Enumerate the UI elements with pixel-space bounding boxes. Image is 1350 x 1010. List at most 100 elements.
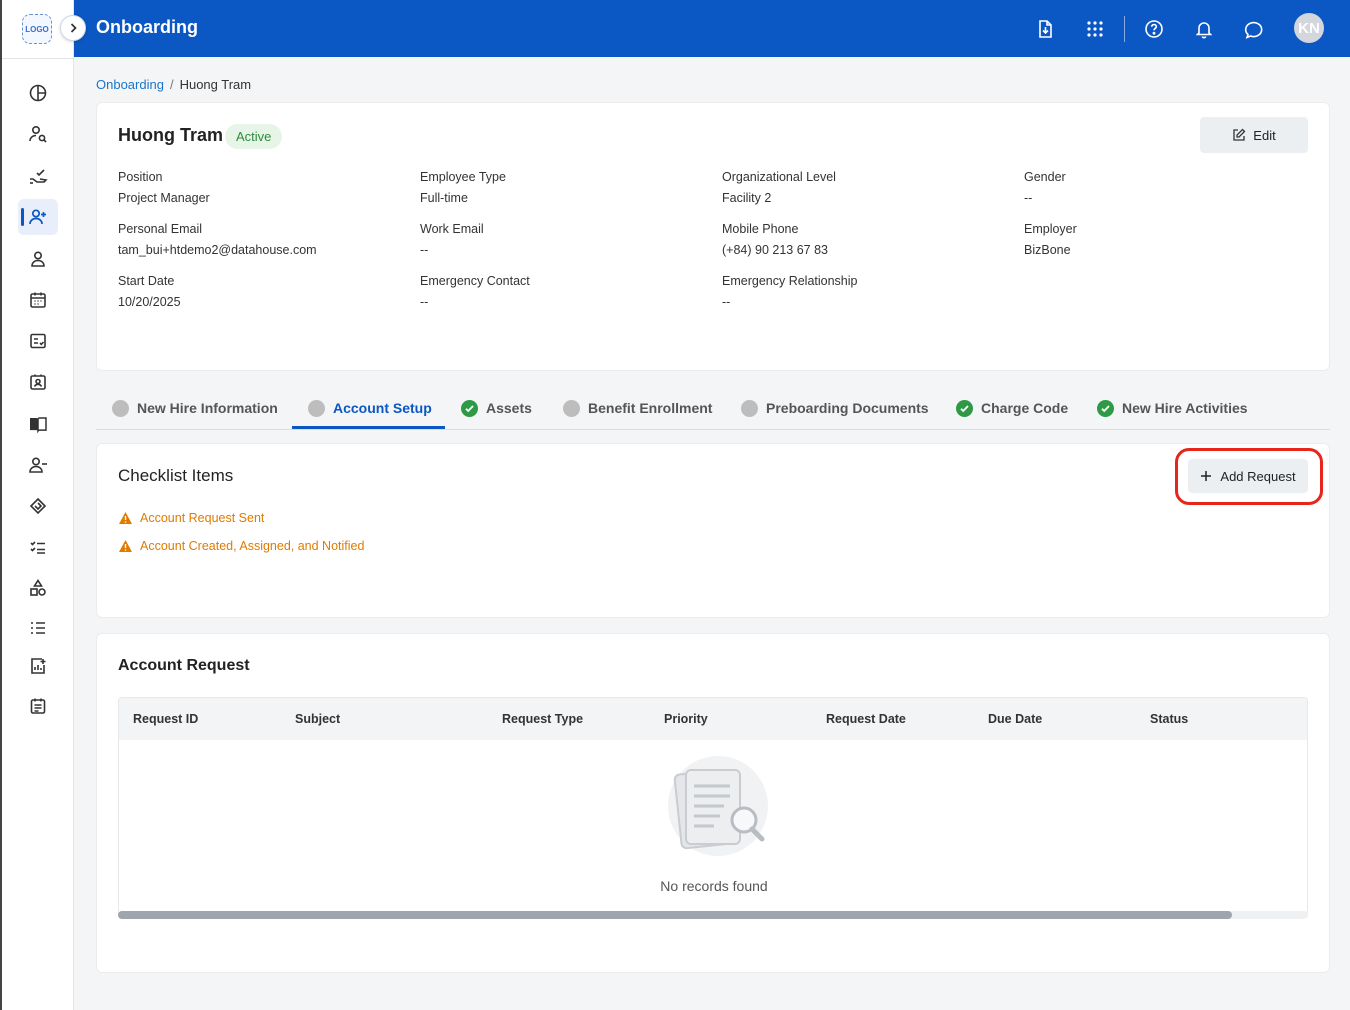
field-start-date: Start Date 10/20/2025 — [118, 274, 181, 309]
column-header-request-date[interactable]: Request Date — [826, 712, 906, 726]
sidebar-item-onboarding[interactable] — [18, 199, 58, 235]
tab-assets[interactable]: Assets — [461, 388, 532, 428]
field-label: Emergency Contact — [420, 274, 530, 288]
download-button[interactable] — [1032, 16, 1058, 42]
dashboard-icon — [29, 84, 47, 102]
sidebar-item-schedule[interactable] — [18, 688, 58, 724]
sidebar-divider — [2, 58, 74, 59]
add-request-label: Add Request — [1220, 468, 1296, 484]
numbered-list-icon — [31, 622, 45, 634]
field-value: Project Manager — [118, 191, 210, 205]
onboarding-tabs: New Hire Information Account Setup Asset… — [96, 388, 1330, 430]
chevron-right-icon — [70, 23, 77, 33]
sidebar-item-id-card[interactable] — [18, 364, 58, 400]
sidebar-item-numbered-list[interactable] — [18, 610, 58, 646]
column-header-subject[interactable]: Subject — [295, 712, 340, 726]
sidebar-collapse-button[interactable] — [60, 15, 86, 41]
help-button[interactable] — [1141, 16, 1167, 42]
column-header-due-date[interactable]: Due Date — [988, 712, 1042, 726]
help-icon — [1145, 20, 1163, 38]
column-header-priority[interactable]: Priority — [664, 712, 708, 726]
field-value: Full-time — [420, 191, 468, 205]
add-request-button[interactable]: Add Request — [1188, 459, 1308, 493]
tab-benefit-enrollment[interactable]: Benefit Enrollment — [563, 388, 712, 428]
field-value: -- — [1024, 191, 1033, 205]
field-label: Employer — [1024, 222, 1077, 236]
field-value: BizBone — [1024, 243, 1071, 257]
pending-status-icon — [308, 399, 325, 417]
notifications-button[interactable] — [1191, 16, 1217, 42]
shapes-icon — [30, 579, 46, 596]
pending-status-icon — [563, 399, 580, 417]
checklist-card: Checklist Items Add Request Account Requ… — [96, 443, 1330, 618]
breadcrumb-separator: / — [169, 77, 174, 92]
tab-new-hire-information[interactable]: New Hire Information — [112, 388, 278, 428]
checklist-title: Checklist Items — [118, 466, 234, 485]
breadcrumb: Onboarding / Huong Tram — [96, 77, 251, 92]
field-label: Mobile Phone — [722, 222, 799, 236]
tab-new-hire-activities[interactable]: New Hire Activities — [1097, 388, 1248, 428]
sidebar-item-user[interactable] — [18, 241, 58, 277]
breadcrumb-onboarding-link[interactable]: Onboarding — [96, 77, 164, 92]
column-header-request-id[interactable]: Request ID — [133, 712, 198, 726]
sidebar-item-hand-check[interactable] — [18, 158, 58, 194]
field-personal-email: Personal Email tam_bui+htdemo2@datahouse… — [118, 222, 317, 257]
sidebar-item-report[interactable] — [18, 648, 58, 684]
handshake-icon — [29, 497, 47, 515]
field-gender: Gender -- — [1024, 170, 1066, 205]
field-label: Employee Type — [420, 170, 506, 184]
field-label: Work Email — [420, 222, 484, 236]
notification-icon — [1195, 22, 1213, 39]
account-request-table: Request ID Subject Request Type Priority… — [118, 697, 1308, 917]
sidebar-item-user-search[interactable] — [18, 116, 58, 152]
warning-icon — [119, 540, 132, 552]
tab-label: Assets — [486, 400, 532, 416]
sidebar-item-dashboard[interactable] — [18, 75, 58, 111]
sidebar-item-calendar[interactable] — [18, 282, 58, 318]
edit-icon — [1233, 128, 1246, 141]
tab-label: New Hire Activities — [1122, 400, 1248, 416]
horizontal-scrollbar[interactable] — [118, 911, 1308, 919]
page-title: Onboarding — [96, 17, 198, 37]
checklist-board-icon — [30, 333, 46, 349]
sidebar-item-book[interactable] — [18, 406, 58, 442]
field-label: Start Date — [118, 274, 175, 288]
plus-icon — [1201, 471, 1212, 481]
checklist-item[interactable]: Account Created, Assigned, and Notified — [118, 539, 364, 553]
checklist-item[interactable]: Account Request Sent — [118, 511, 264, 525]
sidebar-item-shapes[interactable] — [18, 570, 58, 606]
field-label: Personal Email — [118, 222, 203, 236]
check-circle-icon — [956, 399, 973, 417]
user-remove-icon — [29, 457, 47, 473]
column-header-status[interactable]: Status — [1150, 712, 1188, 726]
calendar-icon — [30, 292, 46, 308]
breadcrumb-current: Huong Tram — [179, 77, 252, 92]
apps-grid-icon — [1087, 21, 1103, 37]
empty-state-text: No records found — [660, 878, 768, 894]
employee-profile-card: Huong Tram Active Edit Position Project … — [96, 102, 1330, 371]
sidebar-item-handshake[interactable] — [18, 488, 58, 524]
tab-account-setup[interactable]: Account Setup — [308, 388, 432, 428]
report-icon — [31, 658, 46, 674]
tab-charge-code[interactable]: Charge Code — [956, 388, 1068, 428]
sidebar-item-checklist-board[interactable] — [18, 323, 58, 359]
download-icon — [1039, 20, 1052, 38]
scrollbar-thumb[interactable] — [118, 911, 1232, 919]
field-work-email: Work Email -- — [420, 222, 484, 257]
field-emergency-contact: Emergency Contact -- — [420, 274, 530, 309]
apps-grid-button[interactable] — [1082, 16, 1108, 42]
field-label: Gender — [1024, 170, 1066, 184]
chat-button[interactable] — [1242, 16, 1268, 42]
sidebar: LOGO — [2, 0, 74, 1010]
sidebar-item-user-remove[interactable] — [18, 447, 58, 483]
field-value: tam_bui+htdemo2@datahouse.com — [118, 243, 317, 257]
column-header-request-type[interactable]: Request Type — [502, 712, 583, 726]
empty-state — [119, 754, 1307, 869]
account-request-title: Account Request — [118, 657, 250, 674]
status-badge: Active — [225, 124, 283, 149]
edit-button[interactable]: Edit — [1200, 117, 1308, 153]
avatar[interactable]: KN — [1294, 13, 1324, 43]
sidebar-item-task-list[interactable] — [18, 529, 58, 565]
tab-preboarding-documents[interactable]: Preboarding Documents — [741, 388, 929, 428]
tab-label: Preboarding Documents — [766, 400, 929, 416]
